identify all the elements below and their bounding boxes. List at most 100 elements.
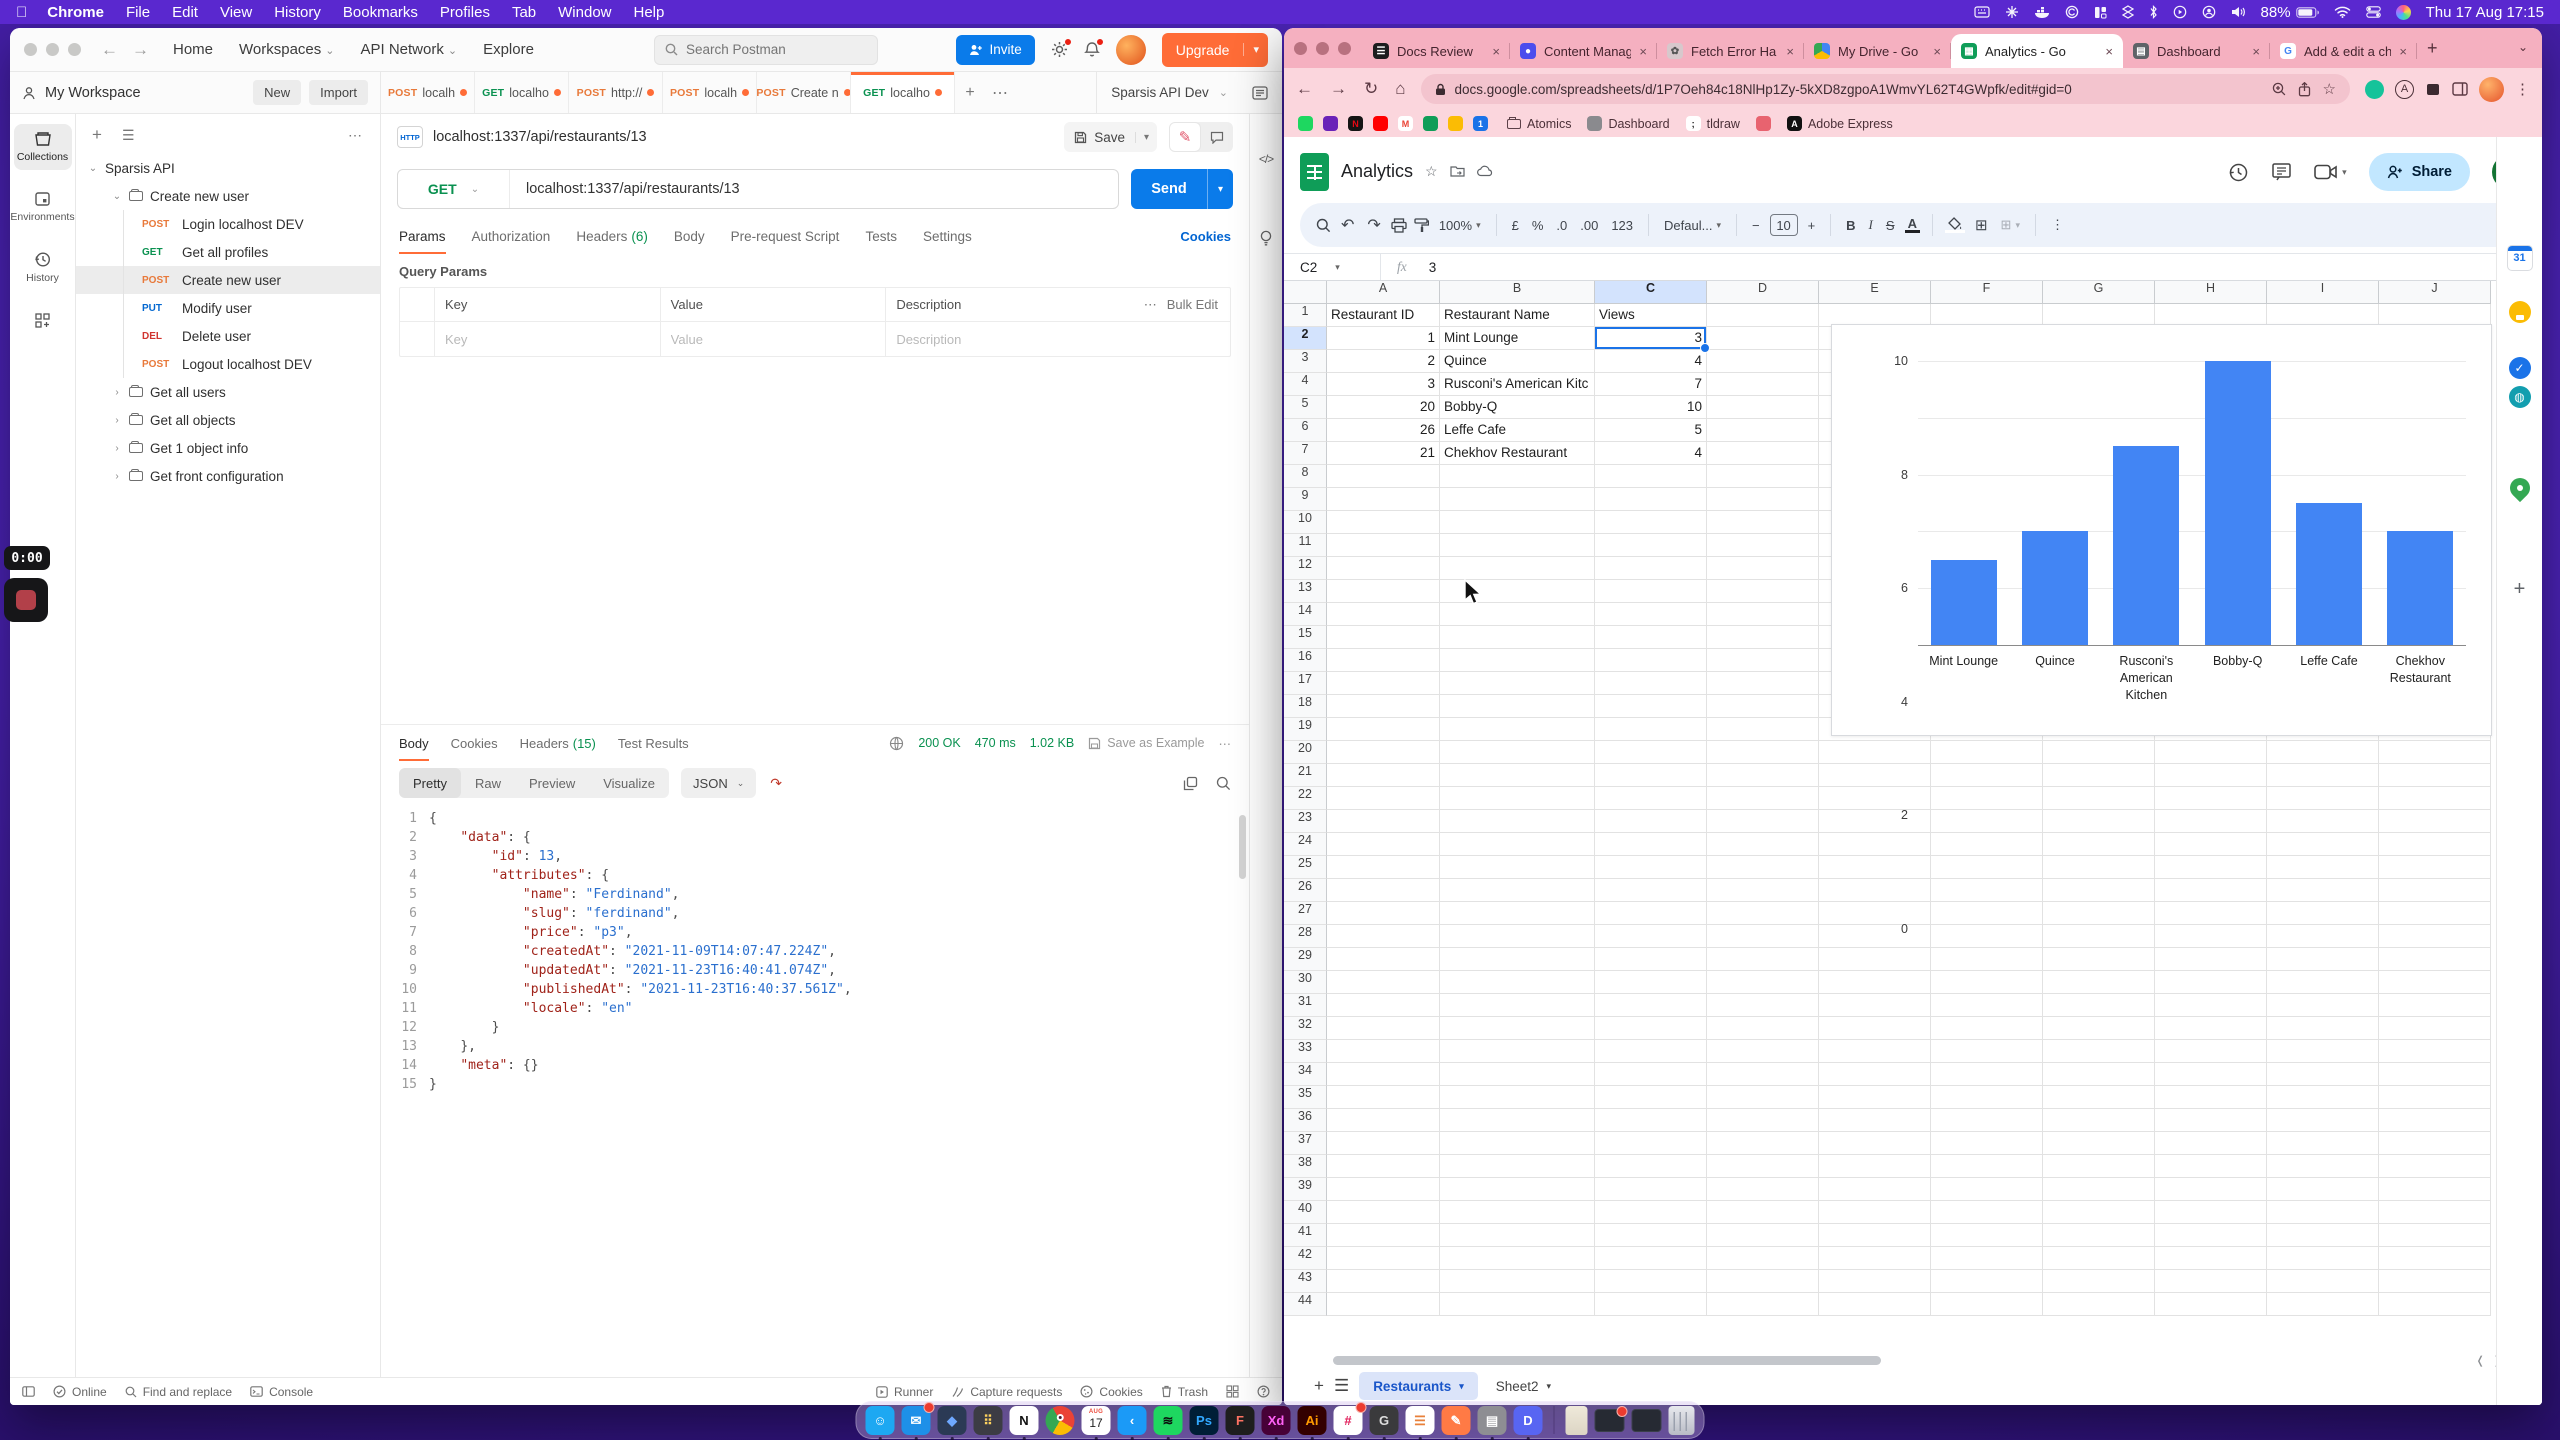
- cell-G42[interactable]: [2043, 1247, 2155, 1270]
- dock-discord[interactable]: D: [1514, 1406, 1543, 1435]
- cell-B10[interactable]: [1440, 511, 1595, 534]
- chevron-down-icon[interactable]: ▾: [1243, 43, 1268, 56]
- increase-decimals-button[interactable]: .00: [1577, 218, 1601, 233]
- cell-B14[interactable]: [1440, 603, 1595, 626]
- chrome-profile-avatar[interactable]: [2479, 77, 2504, 102]
- cell-A41[interactable]: [1327, 1224, 1440, 1247]
- cell-J20[interactable]: [2379, 741, 2491, 764]
- cell-D24[interactable]: [1707, 833, 1819, 856]
- cell-D41[interactable]: [1707, 1224, 1819, 1247]
- meet-bookmark-icon[interactable]: [1423, 116, 1438, 131]
- paint-format-icon[interactable]: [1414, 218, 1429, 233]
- cell-C12[interactable]: [1595, 557, 1707, 580]
- cell-B44[interactable]: [1440, 1293, 1595, 1316]
- cell-E37[interactable]: [1819, 1132, 1931, 1155]
- copy-icon[interactable]: [1183, 776, 1198, 791]
- cell-F30[interactable]: [1931, 971, 2043, 994]
- runner-button[interactable]: Runner: [876, 1385, 933, 1399]
- cell-A28[interactable]: [1327, 925, 1440, 948]
- cell-C15[interactable]: [1595, 626, 1707, 649]
- cell-D27[interactable]: [1707, 902, 1819, 925]
- cell-F43[interactable]: [1931, 1270, 2043, 1293]
- row-header-19[interactable]: 19: [1284, 718, 1327, 741]
- cell-F36[interactable]: [1931, 1109, 2043, 1132]
- cell-J30[interactable]: [2379, 971, 2491, 994]
- cell-A5[interactable]: 20: [1327, 396, 1440, 419]
- drive-bookmark-icon[interactable]: [1448, 116, 1463, 131]
- cell-F26[interactable]: [1931, 879, 2043, 902]
- chevron-icon[interactable]: ›: [112, 471, 122, 482]
- postman-search-input[interactable]: [686, 42, 836, 57]
- comment-button[interactable]: [1201, 122, 1233, 152]
- header-more-icon[interactable]: ⋯: [1144, 297, 1157, 313]
- dock-g-app[interactable]: G: [1370, 1406, 1399, 1435]
- chart-bar-6[interactable]: [2387, 531, 2453, 645]
- cell-D19[interactable]: [1707, 718, 1819, 741]
- save-dropdown-icon[interactable]: ▾: [1135, 132, 1157, 143]
- cell-E40[interactable]: [1819, 1201, 1931, 1224]
- close-tab-icon[interactable]: ×: [2105, 44, 2113, 59]
- cell-E21[interactable]: [1819, 764, 1931, 787]
- url-input[interactable]: [1455, 82, 2263, 97]
- column-header-B[interactable]: B: [1440, 281, 1595, 304]
- cell-G38[interactable]: [2043, 1155, 2155, 1178]
- cell-F25[interactable]: [1931, 856, 2043, 879]
- cell-H35[interactable]: [2155, 1086, 2267, 1109]
- cell-E32[interactable]: [1819, 1017, 1931, 1040]
- dock-folder-item[interactable]: [1566, 1406, 1588, 1435]
- row-header-20[interactable]: 20: [1284, 741, 1327, 764]
- cell-E39[interactable]: [1819, 1178, 1931, 1201]
- row-header-7[interactable]: 7: [1284, 442, 1327, 465]
- cell-A15[interactable]: [1327, 626, 1440, 649]
- keep-panel-icon[interactable]: [2509, 301, 2531, 323]
- cell-D33[interactable]: [1707, 1040, 1819, 1063]
- cell-C13[interactable]: [1595, 580, 1707, 603]
- cell-A13[interactable]: [1327, 580, 1440, 603]
- cell-G29[interactable]: [2043, 948, 2155, 971]
- cell-C22[interactable]: [1595, 787, 1707, 810]
- row-header-34[interactable]: 34: [1284, 1063, 1327, 1086]
- wifi-icon[interactable]: [2334, 6, 2351, 18]
- cell-J29[interactable]: [2379, 948, 2491, 971]
- cell-B37[interactable]: [1440, 1132, 1595, 1155]
- cell-D9[interactable]: [1707, 488, 1819, 511]
- cell-F35[interactable]: [1931, 1086, 2043, 1109]
- font-size-input[interactable]: 10: [1770, 214, 1798, 236]
- cell-I30[interactable]: [2267, 971, 2379, 994]
- cell-F27[interactable]: [1931, 902, 2043, 925]
- cell-B35[interactable]: [1440, 1086, 1595, 1109]
- view-segment[interactable]: Raw: [461, 768, 515, 798]
- add-collection-icon[interactable]: +: [92, 125, 102, 145]
- row-header-41[interactable]: 41: [1284, 1224, 1327, 1247]
- creative-cloud-icon[interactable]: [2065, 5, 2079, 19]
- cell-A44[interactable]: [1327, 1293, 1440, 1316]
- cell-B19[interactable]: [1440, 718, 1595, 741]
- invite-button[interactable]: Invite: [956, 35, 1034, 65]
- dock-minimized-window[interactable]: [1595, 1409, 1625, 1432]
- request-tab[interactable]: Params: [399, 218, 446, 254]
- browser-tab[interactable]: ✿Fetch Error Ha×: [1657, 34, 1804, 68]
- close-tab-icon[interactable]: ×: [2252, 44, 2260, 59]
- cell-G27[interactable]: [2043, 902, 2155, 925]
- param-value-input[interactable]: [671, 332, 876, 347]
- cell-I28[interactable]: [2267, 925, 2379, 948]
- cell-J37[interactable]: [2379, 1132, 2491, 1155]
- online-status[interactable]: Online: [53, 1385, 107, 1399]
- dock-mail[interactable]: ✉: [902, 1406, 931, 1435]
- dock-dark-app[interactable]: ◆: [938, 1406, 967, 1435]
- cell-I44[interactable]: [2267, 1293, 2379, 1316]
- window-traffic-lights[interactable]: [24, 43, 81, 56]
- cell-E24[interactable]: [1819, 833, 1931, 856]
- formula-input[interactable]: 3: [1423, 260, 1437, 275]
- cell-H32[interactable]: [2155, 1017, 2267, 1040]
- cell-B3[interactable]: Quince: [1440, 350, 1595, 373]
- cell-G33[interactable]: [2043, 1040, 2155, 1063]
- cell-C33[interactable]: [1595, 1040, 1707, 1063]
- chrome-menu-icon[interactable]: ⋮: [2515, 80, 2530, 98]
- row-header-9[interactable]: 9: [1284, 488, 1327, 511]
- row-header-10[interactable]: 10: [1284, 511, 1327, 534]
- filter-icon[interactable]: ☰: [122, 127, 135, 144]
- cell-D40[interactable]: [1707, 1201, 1819, 1224]
- cell-C39[interactable]: [1595, 1178, 1707, 1201]
- cell-G21[interactable]: [2043, 764, 2155, 787]
